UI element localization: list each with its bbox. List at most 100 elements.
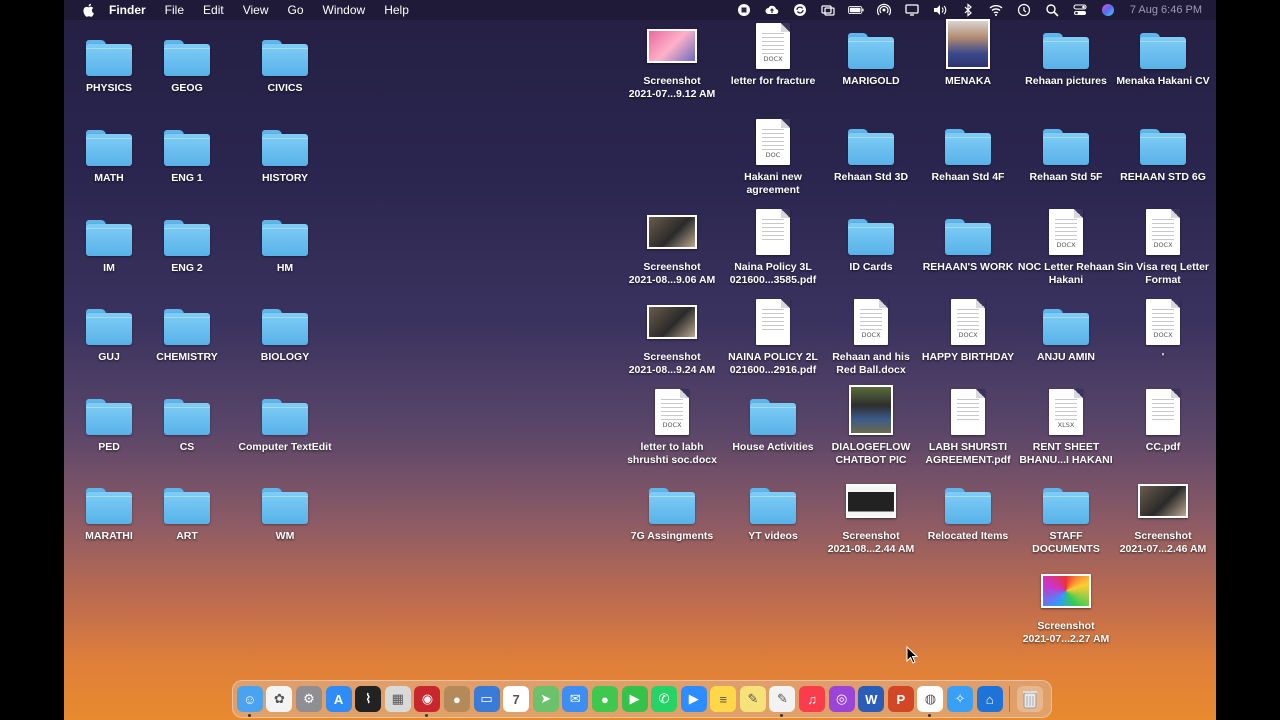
menu-view[interactable]: View [243,0,269,20]
desktop-item-7g-assingments[interactable]: 7G Assingments [622,472,722,543]
desktop-item-screenshot-2021-07-2-46-am[interactable]: Screenshot 2021-07...2.46 AM [1113,472,1213,556]
desktop-item-rehaan-std-3d[interactable]: Rehaan Std 3D [821,113,921,184]
desktop-item-screenshot-2021-08-2-44-am[interactable]: Screenshot 2021-08...2.44 AM [821,472,921,556]
desktop-item-rehaan-std-6g[interactable]: REHAAN STD 6G [1113,113,1213,184]
facetime-icon[interactable]: ▶ [621,686,648,712]
apple-logo-icon[interactable] [81,3,95,17]
desktop-item-rehaan-std-4f[interactable]: Rehaan Std 4F [918,113,1018,184]
airdrop-icon[interactable] [876,2,892,18]
desktop-item-cs[interactable]: CS [137,383,237,454]
desktop-item-eng-2[interactable]: ENG 2 [137,204,237,275]
desktop-item-history[interactable]: HISTORY [235,114,335,185]
desktop-item-civics[interactable]: CIVICS [235,24,335,95]
zoom-icon[interactable]: ▶ [680,686,707,712]
desktop-item-yt-videos[interactable]: YT videos [723,472,823,543]
desktop-item-screenshot-2021-08-9-24-am[interactable]: Screenshot 2021-08...9.24 AM [622,293,722,377]
photos-icon[interactable]: ✿ [266,686,293,712]
desktop-item-wm[interactable]: WM [235,472,335,543]
chrome-icon[interactable]: ◍ [917,686,944,717]
battery-icon[interactable] [847,2,864,18]
whatsapp-icon[interactable]: ✆ [651,686,678,712]
menu-help[interactable]: Help [384,0,409,20]
desktop-item-dialogeflow-chatbot-pic[interactable]: DIALOGEFLOW CHATBOT PIC [821,383,921,467]
desktop-item-rehaan-and-his-red-ball-docx[interactable]: DOCX Rehaan and his Red Ball.docx [821,293,921,377]
photo-booth-icon[interactable]: ◉ [414,686,441,717]
desktop-item-id-cards[interactable]: ID Cards [821,203,921,274]
spotlight-icon[interactable] [1044,2,1060,18]
calendar-icon[interactable]: 7 [503,686,530,712]
desktop-item-anju-amin[interactable]: ANJU AMIN [1016,293,1116,364]
cloud-sync-icon[interactable] [792,2,808,18]
desktop-item-screenshot-2021-08-9-06-am[interactable]: Screenshot 2021-08...9.06 AM [622,203,722,287]
desktop-item-letter-for-fracture[interactable]: DOCX letter for fracture [723,17,823,88]
trash-icon[interactable] [1017,686,1044,712]
display-mirror-icon[interactable] [820,2,836,18]
menu-window[interactable]: Window [323,0,366,20]
launchpad-icon[interactable]: ▦ [384,686,411,712]
menu-file[interactable]: File [165,0,184,20]
menu-go[interactable]: Go [288,0,304,20]
desktop-item-label: ART [176,530,198,542]
desktop-item-item[interactable]: DOCX ' [1113,293,1213,364]
desktop-item-screenshot-2021-07-9-12-am[interactable]: Screenshot 2021-07...9.12 AM [622,17,722,101]
desktop-item-house-activities[interactable]: House Activities [723,383,823,454]
desktop-item-menaka[interactable]: MENAKA [918,17,1018,88]
desktop-item-screenshot-2021-07-2-27-am[interactable]: Screenshot 2021-07...2.27 AM [1016,562,1116,646]
screen-share-icon[interactable] [904,2,920,18]
desktop-item-letter-to-labh-shrushti-soc-docx[interactable]: DOCX letter to labh shrushti soc.docx [622,383,722,467]
desktop-item-hakani-new-agreement[interactable]: DOC Hakani new agreement [723,113,823,197]
desktop-item-naina-policy-2l-021600-2916-pdf[interactable]: NAINA POLICY 2L 021600...2916.pdf [723,293,823,377]
desktop-item-art[interactable]: ART [137,472,237,543]
desktop-item-chemistry[interactable]: CHEMISTRY [137,293,237,364]
desktop-item-biology[interactable]: BIOLOGY [235,293,335,364]
desktop-item-rent-sheet-bhanu-i-hakani[interactable]: XLSX RENT SHEET BHANU...I HAKANI [1016,383,1116,467]
app-store-icon[interactable]: A [325,686,352,712]
volume-icon[interactable] [932,2,948,18]
desktop-item-relocated-items[interactable]: Relocated Items [918,472,1018,543]
word-icon[interactable]: W [858,686,885,712]
screen-record-icon[interactable] [736,2,752,18]
desktop-item-eng-1[interactable]: ENG 1 [137,114,237,185]
desktop-item-marigold[interactable]: MARIGOLD [821,17,921,88]
desktop-item-labh-shursti-agreement-pdf[interactable]: LABH SHURSTI AGREEMENT.pdf [918,383,1018,467]
clock[interactable]: 7 Aug 6:46 PM [1130,4,1202,16]
desktop-item-sin-visa-req-letter-format[interactable]: DOCX Sin Visa req Letter Format [1113,203,1213,287]
xcode-simulator-icon[interactable]: ⌂ [976,686,1003,712]
wifi-icon[interactable] [988,2,1004,18]
system-preferences-icon[interactable]: ⚙ [295,686,322,712]
desktop-item-staff-documents[interactable]: STAFF DOCUMENTS [1016,472,1116,556]
desktop-item-geog[interactable]: GEOG [137,24,237,95]
maps-icon[interactable]: ➤ [532,686,559,712]
music-icon[interactable]: ♫ [799,686,826,712]
powerpoint-icon[interactable]: P [887,686,914,712]
activity-monitor-icon[interactable]: ⌇ [355,686,382,712]
menu-app-name[interactable]: Finder [109,0,146,20]
desktop-item-hm[interactable]: HM [235,204,335,275]
time-machine-icon[interactable] [1016,2,1032,18]
desktop-item-menaka-hakani-cv[interactable]: Menaka Hakani CV [1113,17,1213,88]
desktop-item-rehaan-std-5f[interactable]: Rehaan Std 5F [1016,113,1116,184]
keynote-icon[interactable]: ▭ [473,686,500,712]
bluetooth-icon[interactable] [960,2,976,18]
mail-icon[interactable]: ✉ [562,686,589,712]
creative-cloud-icon[interactable] [764,2,780,18]
desktop-item-rehaan-pictures[interactable]: Rehaan pictures [1016,17,1116,88]
menu-edit[interactable]: Edit [203,0,224,20]
desktop-item-computer-textedit[interactable]: Computer TextEdit [235,383,335,454]
finder-icon[interactable]: ☺ [236,686,263,717]
contacts-icon[interactable]: ● [443,686,470,712]
notes-icon[interactable]: ≡ [710,686,737,712]
control-center-icon[interactable] [1072,2,1088,18]
textedit-icon[interactable]: ✎ [769,686,796,717]
desktop-item-label: Rehaan Std 4F [931,171,1005,183]
desktop-item-cc-pdf[interactable]: CC.pdf [1113,383,1213,454]
safari-icon[interactable]: ✧ [947,686,974,712]
stickies-icon[interactable]: ✎ [739,686,766,712]
siri-icon[interactable] [1100,2,1116,18]
desktop-item-rehaan-s-work[interactable]: REHAAN'S WORK [918,203,1018,274]
desktop-item-happy-birthday[interactable]: DOCX HAPPY BIRTHDAY [918,293,1018,364]
podcasts-icon[interactable]: ◎ [828,686,855,712]
messages-icon[interactable]: ● [591,686,618,712]
desktop-item-noc-letter-rehaan-hakani[interactable]: DOCX NOC Letter Rehaan Hakani [1016,203,1116,287]
desktop-item-naina-policy-3l-021600-3585-pdf[interactable]: Naina Policy 3L 021600...3585.pdf [723,203,823,287]
